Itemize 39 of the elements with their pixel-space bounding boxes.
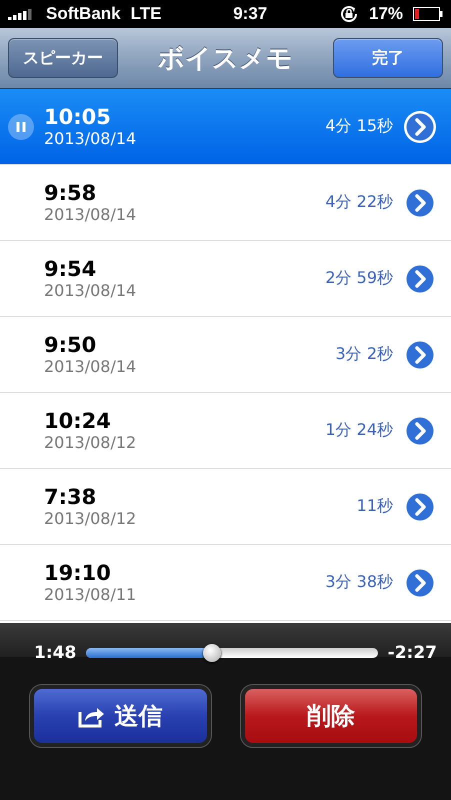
remaining-time: -2:27 [388, 643, 437, 663]
network-type: LTE [130, 4, 162, 24]
elapsed-time: 1:48 [34, 643, 76, 663]
carrier-name: SoftBank [46, 4, 121, 24]
memo-row[interactable]: 10:05 2013/08/14 4分 15秒 [0, 89, 451, 165]
memo-time: 19:10 [44, 561, 112, 585]
memo-duration: 4分 15秒 [325, 116, 393, 137]
memo-time: 7:38 [44, 485, 98, 509]
memo-time: 9:54 [44, 257, 98, 281]
memo-time: 9:50 [44, 333, 98, 357]
memo-duration: 2分 59秒 [325, 268, 393, 289]
screen-title: ボイスメモ [158, 42, 293, 76]
speaker-button[interactable]: スピーカー [8, 38, 118, 78]
memo-duration: 4分 22秒 [325, 192, 393, 213]
memo-duration: 3分 2秒 [336, 344, 393, 365]
memo-date: 2013/08/14 [44, 281, 138, 300]
memo-time: 10:24 [44, 409, 112, 433]
done-button[interactable]: 完了 [333, 38, 443, 78]
memo-duration: 1分 24秒 [325, 420, 393, 441]
disclosure-icon[interactable] [403, 110, 437, 144]
battery-icon [413, 7, 444, 21]
share-button[interactable]: 送信 [30, 685, 210, 747]
rotation-lock-icon [338, 4, 359, 24]
battery-percent: 17% [368, 4, 404, 24]
memo-date: 2013/08/12 [44, 433, 138, 452]
delete-button[interactable]: 削除 [240, 685, 421, 747]
memo-date: 2013/08/14 [44, 205, 138, 224]
memo-duration: 3分 38秒 [325, 572, 393, 593]
memo-date: 2013/08/14 [44, 357, 138, 376]
memo-date: 2013/08/14 [44, 129, 138, 148]
clock: 9:37 [233, 4, 268, 24]
memo-time: 9:58 [44, 181, 98, 205]
progress-slider[interactable] [86, 644, 378, 662]
slider-thumb[interactable] [202, 644, 221, 662]
memo-time: 10:05 [44, 105, 112, 129]
memo-date: 2013/08/11 [44, 585, 138, 604]
pause-icon[interactable] [8, 114, 34, 140]
memo-duration: 11秒 [356, 496, 393, 517]
memo-date: 2013/08/12 [44, 509, 138, 528]
